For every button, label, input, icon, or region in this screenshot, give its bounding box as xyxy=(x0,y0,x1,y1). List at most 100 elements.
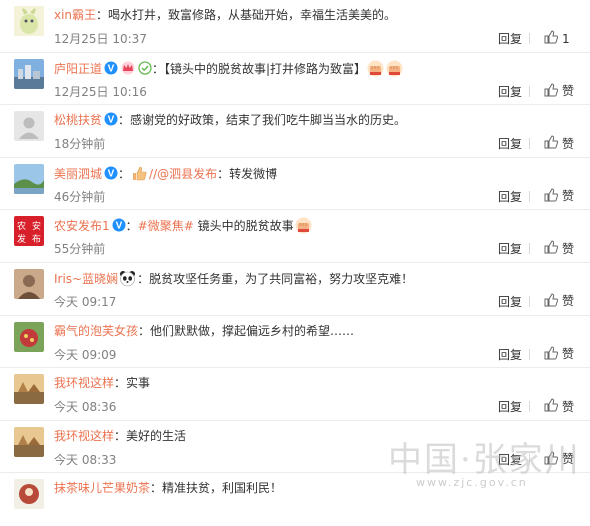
like-label: 赞 xyxy=(562,84,575,99)
svg-text:V: V xyxy=(108,63,115,74)
reply-button[interactable]: 回复 xyxy=(498,137,522,151)
reply-button[interactable]: 回复 xyxy=(498,190,522,204)
avatar[interactable] xyxy=(14,58,44,89)
comment-time: 今天 08:33 xyxy=(54,452,117,467)
reply-button[interactable]: 回复 xyxy=(498,348,522,362)
divider xyxy=(529,453,530,465)
avatar[interactable] xyxy=(14,268,44,299)
comment-item: 霸气的泡芙女孩：他们默默做，撑起偏远乡村的希望…… 今天 09:09 回复 赞 xyxy=(0,316,590,369)
comment-author[interactable]: xin霸王 xyxy=(54,8,96,22)
thumbs-up-icon xyxy=(544,451,559,468)
divider xyxy=(529,190,530,202)
divider xyxy=(529,138,530,150)
comment-text: ：喝水打井，致富修路，从基础开始，幸福生活美美的。 xyxy=(96,8,397,22)
thumbs-up-emoji-icon xyxy=(131,165,148,182)
fist-emoji-icon xyxy=(295,217,312,234)
reply-button[interactable]: 回复 xyxy=(498,400,522,414)
comment-item: Iris~蓝晓娴 ：脱贫攻坚任务重，为了共同富裕，努力攻坚克难！ 今天 09:17… xyxy=(0,263,590,316)
avatar[interactable]: 农安发布 xyxy=(14,216,44,247)
comment-time: 今天 09:09 xyxy=(54,347,117,362)
divider xyxy=(529,295,530,307)
comment-text: ：实事 xyxy=(114,376,151,391)
comment-text: ： xyxy=(118,166,131,181)
thumbs-up-icon xyxy=(544,240,559,257)
thumbs-up-icon xyxy=(544,135,559,152)
verified-v-icon: V xyxy=(104,112,118,126)
comment-time: 今天 09:17 xyxy=(54,294,117,309)
avatar[interactable] xyxy=(14,111,44,142)
comment-time: 46分钟前 xyxy=(54,189,106,204)
comment-item: 农安发布 农安发布1 V ：#微聚焦# 镜头中的脱贫故事 55分钟前 回复 赞 xyxy=(0,210,590,263)
like-button[interactable]: 赞 xyxy=(544,240,574,257)
like-button[interactable]: 赞 xyxy=(544,135,574,152)
divider xyxy=(529,85,530,97)
like-button[interactable]: 赞 xyxy=(544,188,574,205)
like-button[interactable]: 赞 xyxy=(544,398,574,415)
comment-text: ：【镜头中的脱贫故事|打井修路为致富】 xyxy=(152,61,367,76)
divider xyxy=(529,401,530,413)
comment-author[interactable]: 霸气的泡芙女孩 xyxy=(54,324,138,338)
comment-time: 12月25日 10:37 xyxy=(54,32,147,46)
comment-text: ： xyxy=(125,219,138,234)
thumbs-up-icon xyxy=(544,293,559,310)
like-button[interactable]: 赞 xyxy=(544,451,574,468)
fist-emoji-icon xyxy=(386,60,403,77)
thumbs-up-icon xyxy=(544,83,559,100)
comment-text-suffix: 镜头中的脱贫故事 xyxy=(193,219,294,234)
avatar[interactable] xyxy=(14,6,44,36)
check-badge-icon xyxy=(138,60,152,75)
comment-time: 18分钟前 xyxy=(54,137,106,152)
like-label: 赞 xyxy=(562,241,575,256)
comment-author[interactable]: 抹茶味儿芒果奶茶 xyxy=(54,481,150,495)
comment-author[interactable]: 美丽泗城 xyxy=(54,167,102,181)
mention-link[interactable]: //@泗县发布 xyxy=(149,167,217,181)
like-label: 赞 xyxy=(562,294,575,309)
comment-author[interactable]: 农安发布1 xyxy=(54,219,110,233)
divider xyxy=(529,348,530,360)
reply-button[interactable]: 回复 xyxy=(498,242,522,256)
like-button[interactable]: 1 xyxy=(544,30,570,47)
verified-v-icon: V xyxy=(104,61,118,75)
thumbs-up-icon xyxy=(544,346,559,363)
divider xyxy=(529,33,530,44)
fist-emoji-icon xyxy=(367,60,384,77)
comment-time: 今天 08:36 xyxy=(54,400,117,415)
verified-v-icon: V xyxy=(112,218,126,232)
avatar[interactable] xyxy=(14,479,44,510)
comment-item: 我环视这样：美好的生活 今天 08:33 回复 赞 xyxy=(0,421,590,474)
svg-text:农: 农 xyxy=(17,220,26,232)
avatar[interactable] xyxy=(14,321,44,352)
like-label: 赞 xyxy=(562,136,575,151)
avatar[interactable] xyxy=(14,163,44,194)
avatar[interactable] xyxy=(14,374,44,405)
comment-text: ：精准扶贫，利国利民！ xyxy=(150,481,283,496)
svg-text:发: 发 xyxy=(17,233,26,245)
comment-author[interactable]: 我环视这样 xyxy=(54,429,114,443)
comment-text: ：他们默默做，撑起偏远乡村的希望…… xyxy=(138,323,355,338)
like-label: 赞 xyxy=(562,399,575,414)
comment-author[interactable]: 我环视这样 xyxy=(54,376,114,390)
comment-author[interactable]: Iris~蓝晓娴 xyxy=(54,272,118,286)
comment-item: 我环视这样：实事 今天 08:36 回复 赞 xyxy=(0,368,590,421)
comment-author[interactable]: 松桃扶贫 xyxy=(54,113,102,127)
reply-button[interactable]: 回复 xyxy=(498,85,522,99)
like-label: 赞 xyxy=(562,189,575,204)
comment-item: xin霸王：喝水打井，致富修路，从基础开始，幸福生活美美的。 12月25日 10… xyxy=(0,0,590,53)
avatar[interactable] xyxy=(14,426,44,457)
topic-link[interactable]: #微聚焦# xyxy=(138,219,194,233)
like-button[interactable]: 赞 xyxy=(544,83,574,100)
comment-text: ：感谢党的好政策，结束了我们吃牛脚当当水的历史。 xyxy=(118,113,407,128)
reply-button[interactable]: 回复 xyxy=(498,32,522,46)
vip-crown-icon xyxy=(120,61,136,75)
comment-author[interactable]: 庐阳正道 xyxy=(54,62,102,76)
like-label: 赞 xyxy=(562,347,575,362)
reply-button[interactable]: 回复 xyxy=(498,453,522,467)
thumbs-up-icon xyxy=(544,398,559,415)
comment-time: 55分钟前 xyxy=(54,242,106,257)
comment-item: 美丽泗城 V： //@泗县发布：转发微博 46分钟前 回复 赞 xyxy=(0,158,590,211)
like-button[interactable]: 赞 xyxy=(544,293,574,310)
like-button[interactable]: 赞 xyxy=(544,346,574,363)
svg-text:布: 布 xyxy=(32,233,41,245)
comment-time: 12月25日 10:16 xyxy=(54,84,147,99)
reply-button[interactable]: 回复 xyxy=(498,295,522,309)
